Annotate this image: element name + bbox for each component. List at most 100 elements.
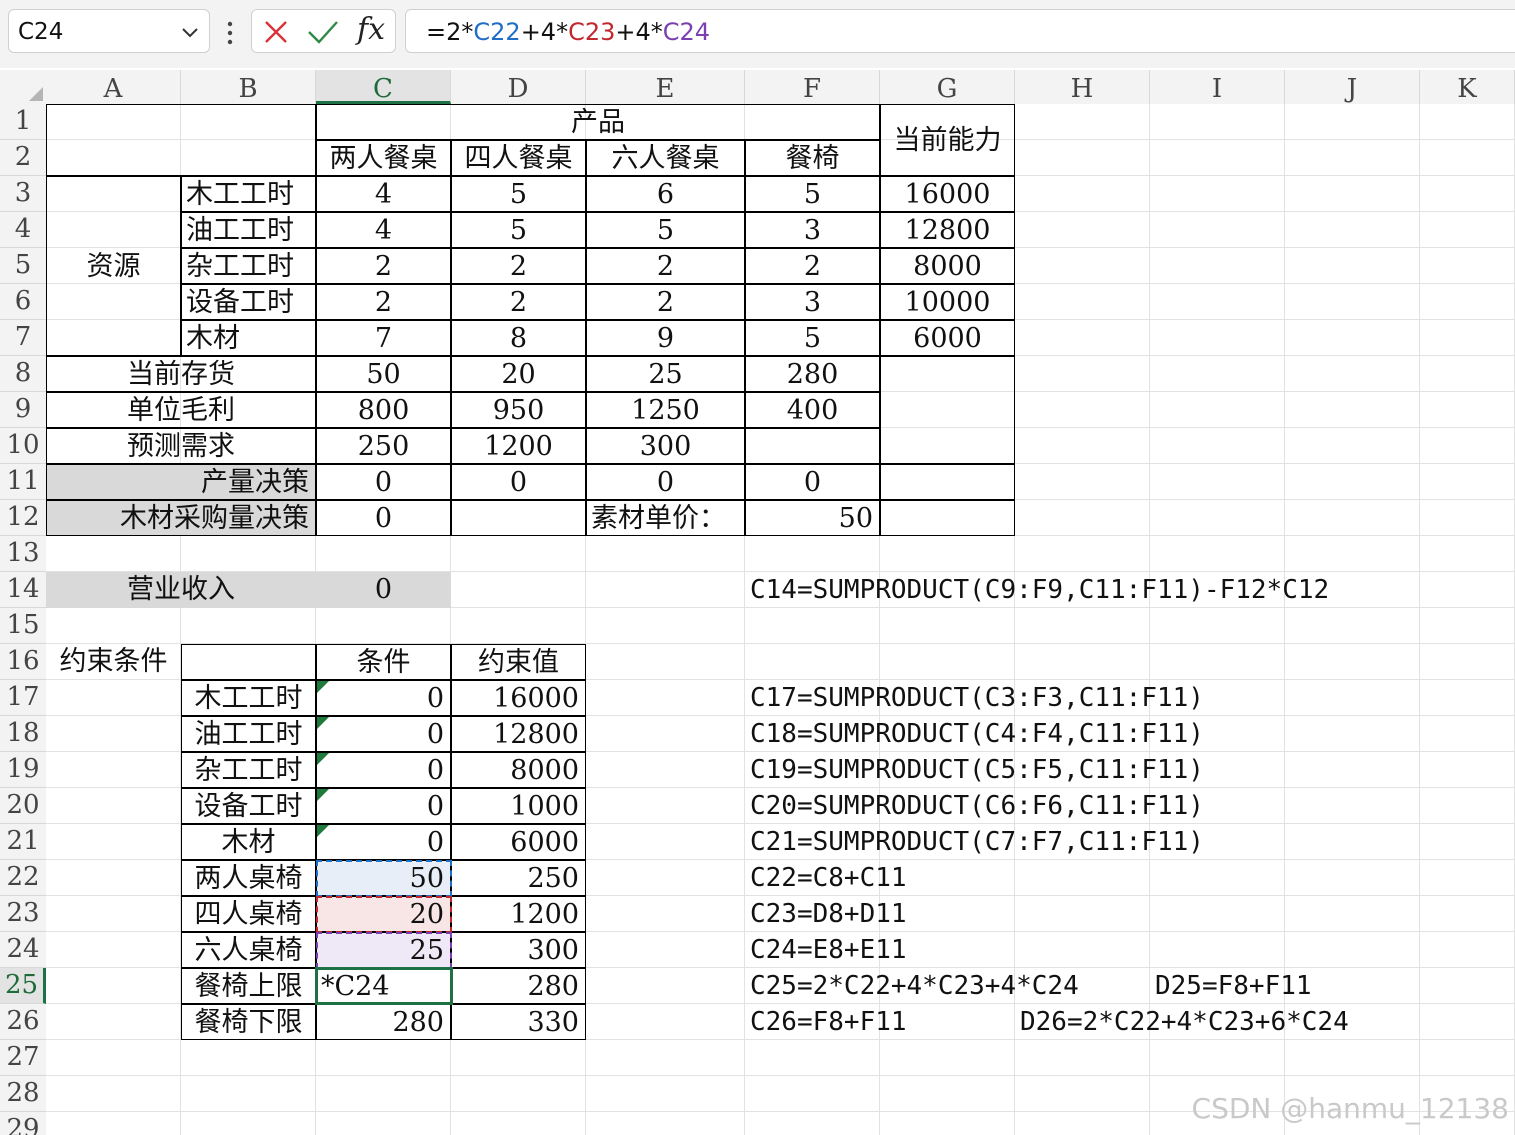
product-header[interactable]: 产品: [316, 104, 880, 140]
row-header-23[interactable]: 23: [0, 896, 46, 932]
row-header-15[interactable]: 15: [0, 608, 46, 644]
row-header-16[interactable]: 16: [0, 644, 46, 680]
capacity-value[interactable]: 16000: [880, 176, 1015, 212]
constraint-limit[interactable]: 8000: [451, 752, 586, 788]
constraint-name[interactable]: 餐椅下限: [181, 1004, 316, 1040]
decision-value[interactable]: 0: [451, 464, 586, 500]
column-header-c[interactable]: C: [316, 70, 451, 104]
row-header-27[interactable]: 27: [0, 1040, 46, 1076]
capacity-blank[interactable]: [880, 356, 1015, 464]
column-header-i[interactable]: I: [1150, 70, 1285, 104]
stock-label[interactable]: 当前存货: [46, 356, 316, 392]
resource-value[interactable]: 5: [586, 212, 745, 248]
chevron-down-icon[interactable]: [179, 21, 201, 43]
row-header-6[interactable]: 6: [0, 284, 46, 320]
constraint-name[interactable]: 两人桌椅: [181, 860, 316, 896]
resource-value[interactable]: 7: [316, 320, 451, 356]
decision-value[interactable]: 0: [745, 464, 880, 500]
constraint-name[interactable]: 木材: [181, 824, 316, 860]
row-header-25[interactable]: 25: [0, 968, 46, 1004]
row-header-26[interactable]: 26: [0, 1004, 46, 1040]
demand-value[interactable]: 250: [316, 428, 451, 464]
row-header-18[interactable]: 18: [0, 716, 46, 752]
constraint-condition[interactable]: 280: [316, 1004, 451, 1040]
margin-value[interactable]: 800: [316, 392, 451, 428]
capacity-value[interactable]: 12800: [880, 212, 1015, 248]
demand-label[interactable]: 预测需求: [46, 428, 316, 464]
decision-label[interactable]: 产量决策: [46, 464, 316, 500]
resource-value[interactable]: 6: [586, 176, 745, 212]
constraint-condition[interactable]: 0: [316, 824, 451, 860]
constraint-limit[interactable]: 12800: [451, 716, 586, 752]
constraint-limit[interactable]: 250: [451, 860, 586, 896]
row-header-20[interactable]: 20: [0, 788, 46, 824]
resource-name[interactable]: 木工工时: [181, 176, 316, 212]
constraint-condition[interactable]: 0: [316, 788, 451, 824]
row-header-7[interactable]: 7: [0, 320, 46, 356]
resource-value[interactable]: 2: [451, 284, 586, 320]
column-header-k[interactable]: K: [1420, 70, 1515, 104]
constraints-blank[interactable]: [181, 644, 316, 680]
column-header-g[interactable]: G: [880, 70, 1015, 104]
active-cell-c25[interactable]: [315, 967, 453, 1005]
capacity-value[interactable]: 8000: [880, 248, 1015, 284]
row-header-2[interactable]: 2: [0, 140, 46, 176]
resource-name[interactable]: 杂工工时: [181, 248, 316, 284]
resource-name[interactable]: 木材: [181, 320, 316, 356]
resource-value[interactable]: 5: [745, 320, 880, 356]
confirm-icon[interactable]: [306, 18, 340, 46]
condition-header[interactable]: 条件: [316, 644, 451, 680]
wood-purchase-label[interactable]: 木材采购量决策: [46, 500, 316, 536]
resource-value[interactable]: 2: [316, 284, 451, 320]
constraint-limit[interactable]: 280: [451, 968, 586, 1004]
product-name[interactable]: 四人餐桌: [451, 140, 586, 176]
row-header-13[interactable]: 13: [0, 536, 46, 572]
stock-value[interactable]: 25: [586, 356, 745, 392]
constraint-condition[interactable]: 0: [316, 716, 451, 752]
resource-label[interactable]: 资源: [46, 176, 181, 356]
constraint-limit[interactable]: 6000: [451, 824, 586, 860]
column-header-h[interactable]: H: [1015, 70, 1150, 104]
resource-value[interactable]: 2: [745, 248, 880, 284]
constraints-title[interactable]: 约束条件: [46, 644, 181, 680]
stock-value[interactable]: 280: [745, 356, 880, 392]
column-header-f[interactable]: F: [745, 70, 880, 104]
product-name[interactable]: 餐椅: [745, 140, 880, 176]
revenue-label[interactable]: 营业收入: [46, 572, 316, 608]
row-header-9[interactable]: 9: [0, 392, 46, 428]
constraint-limit[interactable]: 1200: [451, 896, 586, 932]
constraint-name[interactable]: 设备工时: [181, 788, 316, 824]
row-header-19[interactable]: 19: [0, 752, 46, 788]
decision-value[interactable]: 0: [316, 464, 451, 500]
row-header-8[interactable]: 8: [0, 356, 46, 392]
cancel-icon[interactable]: [262, 18, 290, 46]
constraint-limit[interactable]: 16000: [451, 680, 586, 716]
row-header-24[interactable]: 24: [0, 932, 46, 968]
blank-cell[interactable]: [880, 464, 1015, 500]
resource-value[interactable]: 5: [745, 176, 880, 212]
resource-value[interactable]: 4: [316, 212, 451, 248]
constraint-name[interactable]: 四人桌椅: [181, 896, 316, 932]
row-header-5[interactable]: 5: [0, 248, 46, 284]
column-header-d[interactable]: D: [451, 70, 586, 104]
row-header-29[interactable]: 29: [0, 1112, 46, 1135]
revenue-value[interactable]: 0: [316, 572, 451, 608]
row-header-3[interactable]: 3: [0, 176, 46, 212]
demand-value[interactable]: [745, 428, 880, 464]
column-header-b[interactable]: B: [181, 70, 316, 104]
constraint-name[interactable]: 餐椅上限: [181, 968, 316, 1004]
constraint-limit[interactable]: 1000: [451, 788, 586, 824]
row-header-22[interactable]: 22: [0, 860, 46, 896]
resource-value[interactable]: 2: [316, 248, 451, 284]
stock-value[interactable]: 50: [316, 356, 451, 392]
constraint-limit[interactable]: 330: [451, 1004, 586, 1040]
row-header-17[interactable]: 17: [0, 680, 46, 716]
constraint-name[interactable]: 木工工时: [181, 680, 316, 716]
constraint-name[interactable]: 油工工时: [181, 716, 316, 752]
resource-value[interactable]: 3: [745, 284, 880, 320]
resource-value[interactable]: 4: [316, 176, 451, 212]
margin-value[interactable]: 1250: [586, 392, 745, 428]
constraint-name[interactable]: 六人桌椅: [181, 932, 316, 968]
margin-value[interactable]: 950: [451, 392, 586, 428]
row-header-11[interactable]: 11: [0, 464, 46, 500]
